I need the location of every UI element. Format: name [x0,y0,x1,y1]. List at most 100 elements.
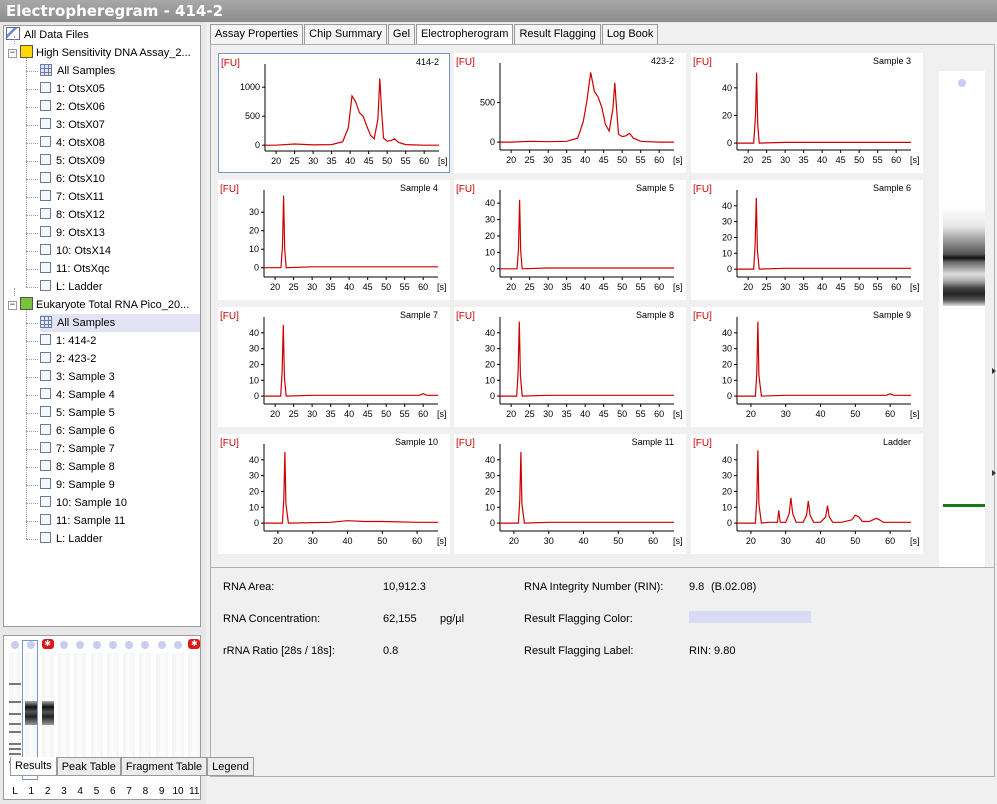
tree-item[interactable]: 6: OtsX10 [40,170,105,188]
result-tab-legend[interactable]: Legend [207,757,254,776]
sample-checkbox[interactable] [40,100,51,111]
sample-checkbox[interactable] [40,406,51,417]
electropherogram-cell[interactable]: [FU] 414-2 1000 500 0 20 25 30 35 40 45 50 55 60 [s] [218,53,450,173]
lane-label[interactable]: 7 [122,786,136,797]
sample-checkbox[interactable] [40,82,51,93]
electropherogram-cell[interactable]: [FU] Ladder 40 30 20 10 0 20 30 40 50 60 [s] [691,434,923,554]
gel-lane[interactable] [139,653,152,773]
electropherogram-cell[interactable]: [FU] Sample 5 40 30 20 10 0 20 25 30 35 40 45 50 55 60 [… [454,180,686,300]
sample-checkbox[interactable] [40,388,51,399]
sample-checkbox[interactable] [40,514,51,525]
tree-item[interactable]: 1: 414-2 [40,332,96,350]
sample-checkbox[interactable] [40,532,51,543]
scroll-arrow-icon[interactable] [992,368,996,374]
electropherogram-cell[interactable]: [FU] Sample 11 40 30 20 10 0 20 30 40 50 60 [s] [454,434,686,554]
scroll-arrow-icon[interactable] [992,470,996,476]
electropherogram-cell[interactable]: [FU] Sample 9 40 30 20 10 0 20 30 40 50 60 [s] [691,307,923,427]
sample-checkbox[interactable] [40,136,51,147]
tree-item[interactable]: 11: OtsXqc [40,260,110,278]
lane-label[interactable]: 5 [90,786,104,797]
tree-item[interactable]: 11: Sample 11 [40,512,125,530]
collapse-icon[interactable]: − [8,301,17,310]
tree-item[interactable]: 7: OtsX11 [40,188,104,206]
electropherogram-cell[interactable]: [FU] Sample 8 40 30 20 10 0 20 25 30 35 40 45 50 55 60 [… [454,307,686,427]
gel-lane[interactable] [106,653,119,773]
lane-label[interactable]: 4 [73,786,87,797]
gel-lane[interactable] [57,653,70,773]
sample-checkbox[interactable] [40,334,51,345]
gel-lane[interactable] [172,653,184,773]
sample-checkbox[interactable] [40,460,51,471]
sample-checkbox[interactable] [40,154,51,165]
tab-gel[interactable]: Gel [387,24,416,44]
tree-item[interactable]: 9: Sample 9 [40,476,115,494]
sample-checkbox[interactable] [40,244,51,255]
sample-checkbox[interactable] [40,226,51,237]
lane-label[interactable]: 1 [24,786,38,797]
tree-item[interactable]: 9: OtsX13 [40,224,105,242]
tree-item[interactable]: All Samples [40,62,115,80]
tab-electropherogram[interactable]: Electropherogram [416,24,514,44]
lane-label[interactable]: 3 [57,786,71,797]
sample-checkbox[interactable] [40,370,51,381]
tree-item[interactable]: 5: Sample 5 [40,404,115,422]
lane-label[interactable]: 2 [41,786,55,797]
tree-root[interactable]: All Data Files [6,26,89,44]
sample-checkbox[interactable] [40,190,51,201]
tree-item[interactable]: 2: OtsX06 [40,98,105,116]
result-tab-fragment-table[interactable]: Fragment Table [120,757,208,776]
tree-item[interactable]: 4: OtsX08 [40,134,105,152]
assay-node-assay1[interactable]: − High Sensitivity DNA Assay_2... [8,44,191,62]
electropherogram-cell[interactable]: [FU] Sample 4 30 20 10 0 20 25 30 35 40 45 50 55 60 [s] [218,180,450,300]
tree-item[interactable]: 8: Sample 8 [40,458,115,476]
tab-assay-properties[interactable]: Assay Properties [210,24,304,44]
tree-item[interactable]: 10: OtsX14 [40,242,111,260]
sample-checkbox[interactable] [40,172,51,183]
tree-item[interactable]: 10: Sample 10 [40,494,127,512]
gel-lane[interactable] [9,653,21,773]
electropherogram-cell[interactable]: [FU] Sample 3 40 20 0 20 25 30 35 40 45 50 55 60 [s] [691,53,923,173]
gel-lane[interactable] [188,653,201,773]
sample-checkbox[interactable] [40,496,51,507]
tree-item[interactable]: 6: Sample 6 [40,422,115,440]
sample-checkbox[interactable] [40,208,51,219]
tree-item[interactable]: 5: OtsX09 [40,152,105,170]
sample-checkbox[interactable] [40,280,51,291]
collapse-icon[interactable]: − [8,49,17,58]
sample-checkbox[interactable] [40,442,51,453]
tab-log-book[interactable]: Log Book [601,24,659,44]
tree-item[interactable]: L: Ladder [40,278,102,296]
tree-item[interactable]: 3: OtsX07 [40,116,105,134]
lane-label[interactable]: 10 [171,786,185,797]
sample-checkbox[interactable] [40,352,51,363]
lane-label[interactable]: 9 [155,786,169,797]
gel-lane[interactable] [74,653,87,773]
tree-item[interactable]: All Samples [40,314,200,332]
lane-label[interactable]: 6 [106,786,120,797]
sample-checkbox[interactable] [40,118,51,129]
electropherogram-cell[interactable]: [FU] 423-2 500 0 20 25 30 35 40 45 50 55 60 [s] [454,53,686,173]
gel-lane[interactable] [155,653,168,773]
sample-checkbox[interactable] [40,262,51,273]
tree-item[interactable]: 1: OtsX05 [40,80,105,98]
assay-node-assay2[interactable]: − Eukaryote Total RNA Pico_20... [8,296,189,314]
tree-item[interactable]: 4: Sample 4 [40,386,115,404]
electropherogram-cell[interactable]: [FU] Sample 6 40 30 20 10 0 20 25 30 35 40 45 50 55 60 [… [691,180,923,300]
result-tab-results[interactable]: Results [10,757,57,776]
tree-item[interactable]: L: Ladder [40,530,102,548]
tree-item[interactable]: 2: 423-2 [40,350,96,368]
lane-label[interactable]: 8 [138,786,152,797]
tree-item[interactable]: 8: OtsX12 [40,206,105,224]
gel-lane[interactable] [90,653,103,773]
result-tab-peak-table[interactable]: Peak Table [56,757,121,776]
tree-item[interactable]: 7: Sample 7 [40,440,115,458]
gel-lane[interactable] [123,653,136,773]
gel-lane[interactable] [41,653,54,773]
lane-label[interactable]: 11 [187,786,201,797]
electropherogram-cell[interactable]: [FU] Sample 7 40 30 20 10 0 20 25 30 35 40 45 50 55 60 [… [218,307,450,427]
tree-item[interactable]: 3: Sample 3 [40,368,115,386]
tab-result-flagging[interactable]: Result Flagging [514,24,601,44]
electropherogram-cell[interactable]: [FU] Sample 10 40 30 20 10 0 20 30 40 50 60 [s] [218,434,450,554]
sample-checkbox[interactable] [40,424,51,435]
data-files-tree[interactable]: All Data Files − High Sensitivity DNA Assa… [3,25,201,627]
